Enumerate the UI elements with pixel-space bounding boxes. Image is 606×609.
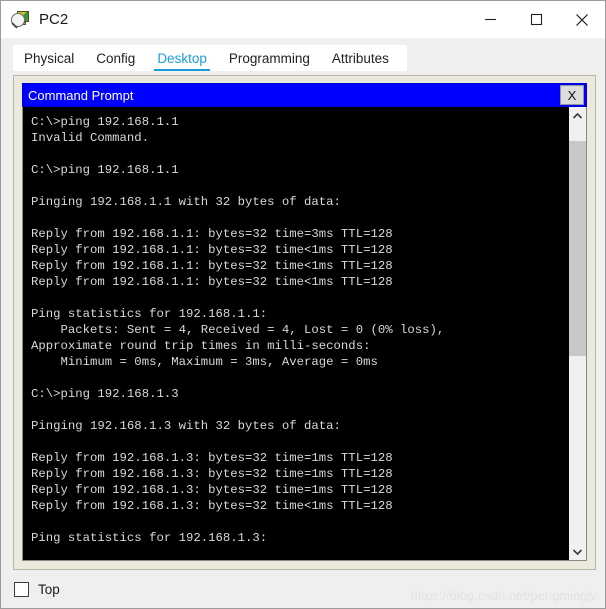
scrollbar-up-button[interactable] — [569, 107, 586, 124]
terminal-line: Pinging 192.168.1.3 with 32 bytes of dat… — [31, 419, 341, 433]
tab-programming[interactable]: Programming — [218, 45, 321, 71]
close-icon — [576, 13, 588, 26]
terminal-scrollbar[interactable] — [568, 107, 586, 560]
terminal-line: Pinging 192.168.1.1 with 32 bytes of dat… — [31, 195, 341, 209]
tab-physical-label: Physical — [24, 50, 75, 66]
window-title: PC2 — [39, 11, 69, 28]
terminal-line: Minimum = 0ms, Maximum = 3ms, Average = … — [31, 355, 378, 369]
terminal-line: C:\>ping 192.168.1.3 — [31, 387, 179, 401]
terminal-line: Reply from 192.168.1.1: bytes=32 time<1m… — [31, 243, 393, 257]
terminal-line: Ping statistics for 192.168.1.1: — [31, 307, 268, 321]
tab-physical[interactable]: Physical — [13, 45, 85, 71]
titlebar-left-group: PC2 — [1, 10, 68, 30]
terminal-line: Ping statistics for 192.168.1.3: — [31, 531, 268, 545]
tab-desktop-label: Desktop — [157, 50, 207, 66]
terminal-line: Reply from 192.168.1.3: bytes=32 time=1m… — [31, 467, 393, 481]
minimize-button[interactable] — [467, 1, 513, 38]
terminal-line: Reply from 192.168.1.3: bytes=32 time<1m… — [31, 499, 393, 513]
tab-programming-label: Programming — [228, 50, 310, 66]
tab-config-label: Config — [96, 50, 136, 66]
tabstrip-container: Physical Config Desktop Programming Attr… — [1, 38, 605, 71]
tab-attributes[interactable]: Attributes — [321, 45, 400, 71]
command-prompt-close-button[interactable]: X — [560, 85, 584, 105]
scrollbar-track[interactable] — [569, 124, 586, 543]
terminal-line: Reply from 192.168.1.1: bytes=32 time<1m… — [31, 275, 393, 289]
desktop-tab-panel: Command Prompt X C:\>ping 192.168.1.1 Inv… — [13, 75, 596, 570]
terminal-line: Approximate round trip times in milli-se… — [31, 339, 371, 353]
terminal-line: Reply from 192.168.1.1: bytes=32 time=3m… — [31, 227, 393, 241]
maximize-icon — [530, 13, 542, 26]
command-prompt-body: C:\>ping 192.168.1.1 Invalid Command. C:\… — [22, 107, 587, 561]
chevron-up-icon — [572, 112, 583, 119]
chevron-down-icon — [572, 548, 583, 555]
pc2-window: PC2 Physical Config Desktop Programming … — [0, 0, 606, 609]
scrollbar-down-button[interactable] — [569, 543, 586, 560]
tab-attributes-label: Attributes — [331, 50, 389, 66]
window-footer: Top https://blog.csdn.net/pengmingjv — [1, 570, 605, 608]
command-prompt-titlebar: Command Prompt X — [22, 83, 587, 107]
terminal-line: Reply from 192.168.1.3: bytes=32 time=1m… — [31, 451, 393, 465]
terminal-line: C:\>ping 192.168.1.1 — [31, 115, 179, 129]
window-titlebar: PC2 — [1, 1, 605, 38]
terminal-line: Reply from 192.168.1.1: bytes=32 time<1m… — [31, 259, 393, 273]
terminal-line: C:\>ping 192.168.1.1 — [31, 163, 179, 177]
scrollbar-thumb[interactable] — [569, 141, 586, 356]
top-checkbox-label: Top — [38, 581, 60, 597]
maximize-button[interactable] — [513, 1, 559, 38]
terminal-line: Packets: Sent = 4, Received = 4, Lost = … — [31, 323, 445, 337]
tab-config[interactable]: Config — [85, 45, 146, 71]
top-checkbox[interactable] — [14, 581, 29, 597]
minimize-icon — [484, 18, 496, 21]
terminal-line: Invalid Command. — [31, 131, 150, 145]
terminal-output[interactable]: C:\>ping 192.168.1.1 Invalid Command. C:\… — [23, 107, 568, 560]
window-controls — [467, 1, 605, 38]
terminal-line: Reply from 192.168.1.3: bytes=32 time=1m… — [31, 483, 393, 497]
command-prompt-title: Command Prompt — [28, 87, 134, 103]
watermark-text: https://blog.csdn.net/pengmingjv — [410, 588, 597, 603]
command-prompt-window: Command Prompt X C:\>ping 192.168.1.1 Inv… — [22, 83, 587, 561]
close-button[interactable] — [559, 1, 605, 38]
tabstrip: Physical Config Desktop Programming Attr… — [13, 45, 407, 71]
packet-tracer-device-icon — [11, 10, 31, 30]
tab-desktop[interactable]: Desktop — [146, 45, 218, 71]
